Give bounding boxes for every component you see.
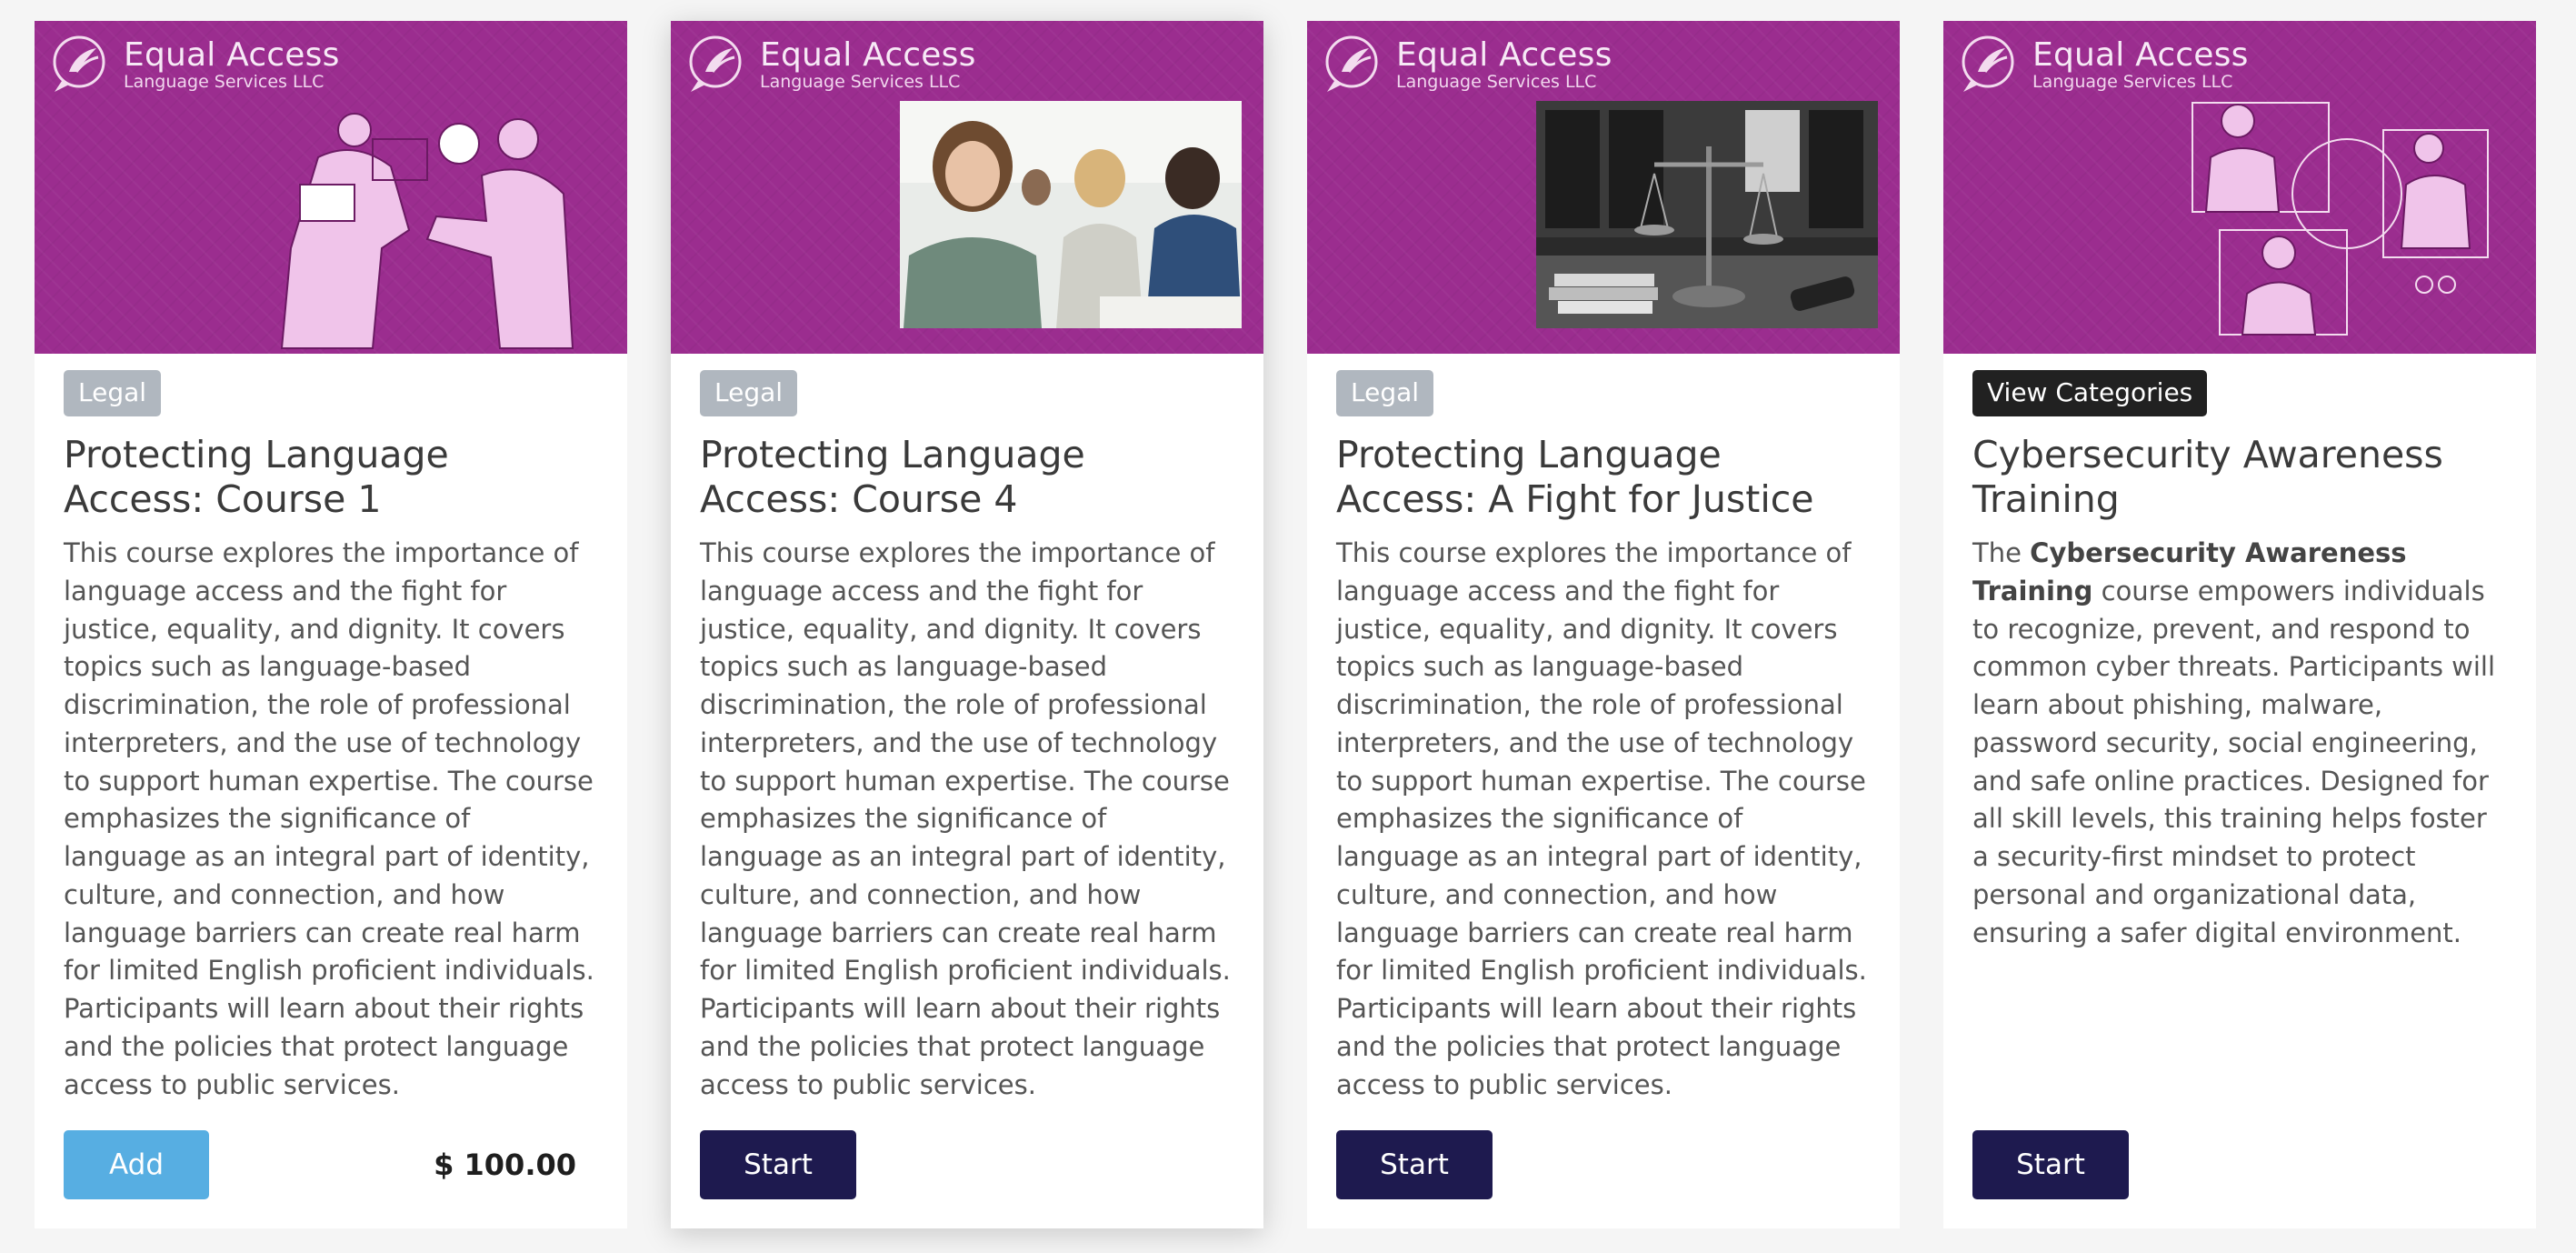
brand-name: Equal Access	[760, 36, 976, 74]
start-button[interactable]: Start	[700, 1130, 856, 1199]
view-categories-badge[interactable]: View Categories	[1972, 370, 2208, 416]
brand-subtitle: Language Services LLC	[124, 72, 324, 92]
brand-logo: Equal Access Language Services LLC	[1322, 32, 1612, 97]
start-button[interactable]: Start	[1972, 1130, 2129, 1199]
course-title[interactable]: Protecting Language Access: Course 1	[64, 433, 598, 522]
brand-subtitle: Language Services LLC	[2032, 72, 2233, 92]
start-button[interactable]: Start	[1336, 1130, 1493, 1199]
course-description: This course explores the importance of l…	[1336, 537, 1867, 1100]
category-badge[interactable]: Legal	[64, 370, 162, 416]
logo-icon	[689, 35, 742, 92]
course-title[interactable]: Protecting Language Access: A Fight for …	[1336, 433, 1871, 522]
category-badge[interactable]: Legal	[700, 370, 798, 416]
course-card: Equal Access Language Services LLC	[1307, 21, 1900, 1228]
course-price: $ 100.00	[434, 1148, 576, 1182]
brand-name: Equal Access	[1396, 36, 1612, 74]
logo-icon	[1325, 35, 1378, 92]
course-banner: Equal Access Language Services LLC	[671, 21, 1263, 354]
video-call-illustration	[2192, 102, 2489, 336]
course-card: Equal Access Language Services LLC Legal…	[35, 21, 627, 1228]
logo-icon	[53, 35, 105, 92]
description-prefix: The	[1972, 537, 2031, 569]
category-badge[interactable]: Legal	[1336, 370, 1434, 416]
classroom-photo	[900, 101, 1242, 328]
course-description: The Cybersecurity Awareness Training cou…	[1972, 535, 2507, 952]
brand-logo: Equal Access Language Services LLC	[685, 32, 976, 97]
add-button[interactable]: Add	[64, 1130, 209, 1199]
justice-scales-photo	[1536, 101, 1878, 328]
course-title[interactable]: Cybersecurity Awareness Training	[1972, 433, 2507, 522]
handshake-illustration	[280, 113, 574, 349]
brand-subtitle: Language Services LLC	[1396, 72, 1597, 92]
logo-icon	[1962, 35, 2014, 92]
course-description: This course explores the importance of l…	[700, 537, 1231, 1100]
brand-name: Equal Access	[124, 36, 340, 74]
course-card: Equal Access Language Services LLC	[1943, 21, 2536, 1228]
description-rest: course empowers individuals to recognize…	[1972, 575, 2496, 948]
course-title[interactable]: Protecting Language Access: Course 4	[700, 433, 1234, 522]
course-banner: Equal Access Language Services LLC	[1943, 21, 2536, 354]
course-banner: Equal Access Language Services LLC	[35, 21, 627, 354]
course-card: Equal Access Language Services LLC Legal	[671, 21, 1263, 1228]
brand-name: Equal Access	[2032, 36, 2249, 74]
brand-subtitle: Language Services LLC	[760, 72, 961, 92]
course-description: This course explores the importance of l…	[64, 537, 594, 1100]
brand-logo: Equal Access Language Services LLC	[49, 32, 340, 97]
brand-logo: Equal Access Language Services LLC	[1958, 32, 2249, 97]
course-banner: Equal Access Language Services LLC	[1307, 21, 1900, 354]
course-grid: Equal Access Language Services LLC Legal…	[35, 21, 2536, 1228]
